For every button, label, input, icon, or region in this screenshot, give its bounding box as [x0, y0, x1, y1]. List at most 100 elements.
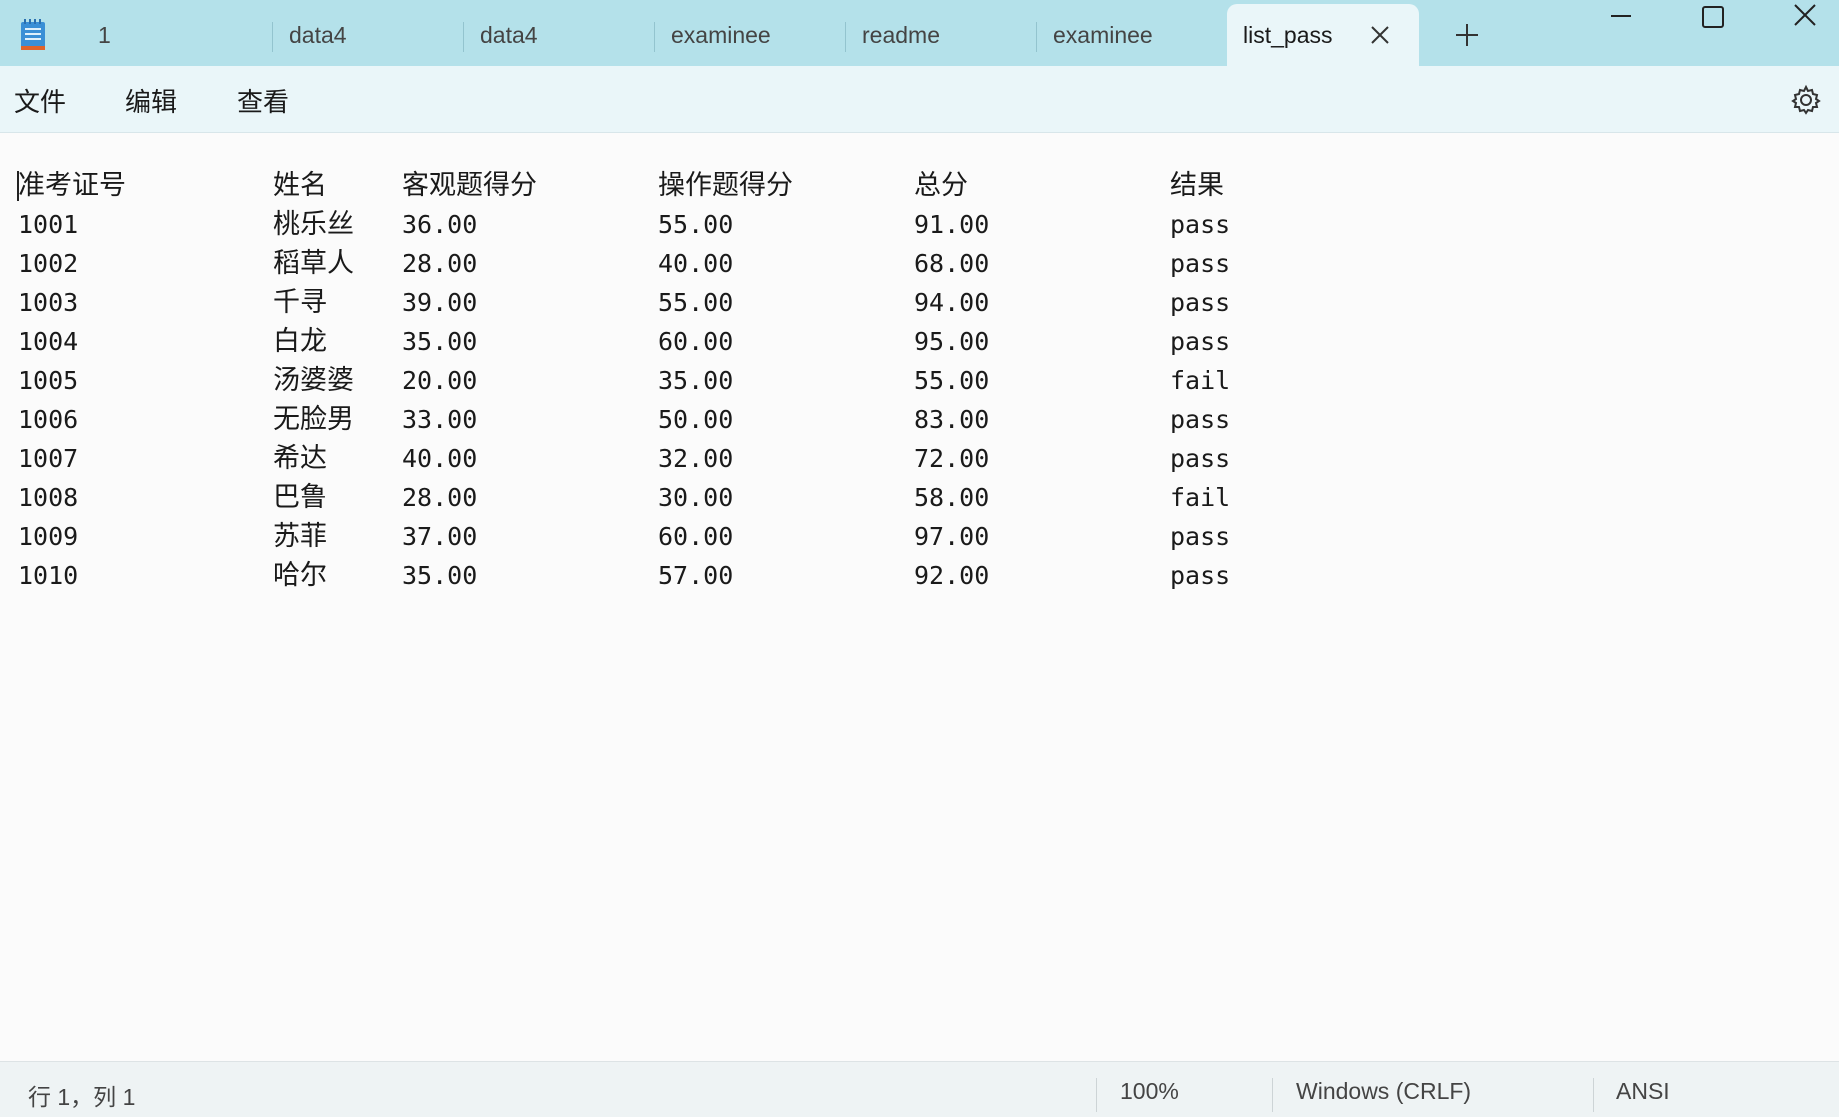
status-bar: 行 1，列 1 100% Windows (CRLF) ANSI	[0, 1061, 1839, 1117]
cell-practical-score: 60.00	[658, 522, 734, 551]
cell-result: pass	[1170, 405, 1231, 434]
table-row: 1007 希达 40.00 32.00 72.00 pass	[0, 439, 1300, 478]
cell-name: 无脸男	[273, 404, 354, 435]
cell-result: pass	[1170, 327, 1231, 356]
cell-total: 72.00	[914, 444, 990, 473]
close-icon[interactable]	[1369, 24, 1391, 46]
cell-practical-score: 32.00	[658, 444, 734, 473]
cursor-position: 行 1，列 1	[28, 1084, 136, 1110]
menu-edit[interactable]: 编辑	[125, 82, 177, 119]
cell-objective-score: 28.00	[402, 249, 478, 278]
menu-bar: 文件 编辑 查看	[0, 66, 1839, 133]
cell-name: 苏菲	[273, 521, 327, 552]
cell-result: pass	[1170, 444, 1231, 473]
cell-exam-id: 1002	[18, 249, 79, 278]
table-row: 1006 无脸男 33.00 50.00 83.00 pass	[0, 400, 1300, 439]
cell-practical-score: 40.00	[658, 249, 734, 278]
zoom-level[interactable]: 100%	[1120, 1078, 1179, 1105]
cell-total: 55.00	[914, 366, 990, 395]
cell-name: 哈尔	[273, 560, 327, 591]
tab-label: data4	[289, 21, 347, 48]
gear-icon[interactable]	[1790, 84, 1822, 116]
cell-objective-score: 37.00	[402, 522, 478, 551]
cell-objective-score: 40.00	[402, 444, 478, 473]
tab-data4[interactable]: data4	[464, 4, 654, 66]
minimize-icon[interactable]	[1606, 2, 1636, 32]
table-row: 1008 巴鲁 28.00 30.00 58.00 fail	[0, 478, 1300, 517]
cell-practical-score: 30.00	[658, 483, 734, 512]
tab-readme[interactable]: readme	[846, 4, 1036, 66]
tab-label: examinee	[671, 21, 771, 48]
header-objective-score: 客观题得分	[402, 170, 537, 201]
title-bar: 1 data4 data4 examinee readme examinee l…	[0, 0, 1839, 66]
cell-practical-score: 60.00	[658, 327, 734, 356]
header-total: 总分	[914, 170, 968, 201]
cell-objective-score: 28.00	[402, 483, 478, 512]
cell-practical-score: 55.00	[658, 288, 734, 317]
cell-objective-score: 33.00	[402, 405, 478, 434]
menu-view[interactable]: 查看	[237, 82, 289, 119]
cell-objective-score: 39.00	[402, 288, 478, 317]
cell-objective-score: 35.00	[402, 327, 478, 356]
cell-name: 巴鲁	[273, 482, 327, 513]
tab-label: data4	[480, 21, 538, 48]
cell-exam-id: 1001	[18, 210, 79, 239]
cell-exam-id: 1009	[18, 522, 79, 551]
close-icon[interactable]	[1790, 2, 1820, 32]
encoding[interactable]: ANSI	[1616, 1078, 1670, 1105]
cell-total: 94.00	[914, 288, 990, 317]
cell-total: 95.00	[914, 327, 990, 356]
header-practical-score: 操作题得分	[658, 170, 793, 201]
table-row: 1005 汤婆婆 20.00 35.00 55.00 fail	[0, 361, 1300, 400]
cell-total: 97.00	[914, 522, 990, 551]
tab-list-pass[interactable]: list_pass	[1227, 4, 1419, 66]
table-row: 1002 稻草人 28.00 40.00 68.00 pass	[0, 244, 1300, 283]
status-separator	[1272, 1078, 1273, 1112]
cell-practical-score: 57.00	[658, 561, 734, 590]
cell-exam-id: 1010	[18, 561, 79, 590]
cell-result: pass	[1170, 288, 1231, 317]
table-row: 1009 苏菲 37.00 60.00 97.00 pass	[0, 517, 1300, 556]
notepad-icon	[21, 19, 45, 50]
menu-file[interactable]: 文件	[14, 82, 66, 119]
status-separator	[1593, 1078, 1594, 1112]
cell-objective-score: 35.00	[402, 561, 478, 590]
cell-name: 白龙	[273, 326, 327, 357]
status-separator	[1096, 1078, 1097, 1112]
cell-result: fail	[1170, 366, 1231, 395]
header-exam-id: 准考证号	[18, 170, 126, 201]
cell-exam-id: 1006	[18, 405, 79, 434]
cell-practical-score: 55.00	[658, 210, 734, 239]
cell-exam-id: 1007	[18, 444, 79, 473]
cell-total: 58.00	[914, 483, 990, 512]
table-row: 1004 白龙 35.00 60.00 95.00 pass	[0, 322, 1300, 361]
line-ending[interactable]: Windows (CRLF)	[1296, 1078, 1471, 1105]
cell-result: pass	[1170, 561, 1231, 590]
cell-exam-id: 1004	[18, 327, 79, 356]
header-result: 结果	[1170, 170, 1224, 201]
cell-result: pass	[1170, 522, 1231, 551]
tab-examinee[interactable]: examinee	[1037, 4, 1227, 66]
cell-name: 稻草人	[273, 248, 354, 279]
table-row: 1001 桃乐丝 36.00 55.00 91.00 pass	[0, 205, 1300, 244]
cell-name: 千寻	[273, 287, 327, 318]
cell-exam-id: 1005	[18, 366, 79, 395]
cell-name: 希达	[273, 443, 327, 474]
tab-label: examinee	[1053, 21, 1153, 48]
cell-result: pass	[1170, 210, 1231, 239]
tab-label: readme	[862, 21, 940, 48]
plus-icon[interactable]	[1454, 22, 1480, 48]
tab-data4[interactable]: data4	[273, 4, 463, 66]
cell-total: 92.00	[914, 561, 990, 590]
cell-objective-score: 36.00	[402, 210, 478, 239]
cell-exam-id: 1008	[18, 483, 79, 512]
cell-result: fail	[1170, 483, 1231, 512]
cell-objective-score: 20.00	[402, 366, 478, 395]
table-row: 1003 千寻 39.00 55.00 94.00 pass	[0, 283, 1300, 322]
tab-examinee[interactable]: examinee	[655, 4, 845, 66]
tab-label: 1	[98, 21, 111, 48]
cell-name: 汤婆婆	[273, 365, 354, 396]
tab-1[interactable]: 1	[82, 4, 272, 66]
maximize-icon[interactable]	[1698, 2, 1728, 32]
cell-total: 91.00	[914, 210, 990, 239]
